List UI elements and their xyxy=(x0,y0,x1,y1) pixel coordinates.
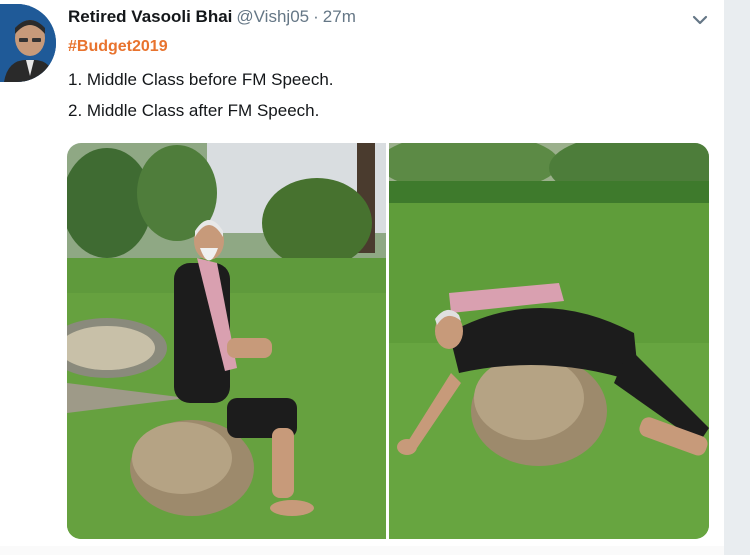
tweet-header: Retired Vasooli Bhai @Vishj05 · 27m xyxy=(68,6,356,28)
bottom-divider xyxy=(0,546,724,555)
hashtag-link[interactable]: #Budget2019 xyxy=(68,38,168,56)
avatar-image xyxy=(0,4,56,82)
avatar[interactable] xyxy=(0,4,56,82)
photo-after-image xyxy=(389,143,709,539)
photo-before-image xyxy=(67,143,386,539)
timestamp[interactable]: 27m xyxy=(323,7,356,26)
display-name[interactable]: Retired Vasooli Bhai xyxy=(68,7,232,26)
tweet-text-line-1: 1. Middle Class before FM Speech. xyxy=(68,70,334,89)
separator-dot: · xyxy=(313,7,319,26)
tweet-media xyxy=(67,143,709,539)
photo-after[interactable] xyxy=(389,143,709,539)
user-handle[interactable]: @Vishj05 xyxy=(236,7,309,26)
tweet-text-line-2: 2. Middle Class after FM Speech. xyxy=(68,101,320,120)
chevron-down-icon[interactable] xyxy=(690,10,710,30)
page-background-rail xyxy=(724,0,750,555)
photo-before[interactable] xyxy=(67,143,386,539)
tweet-card: Retired Vasooli Bhai @Vishj05 · 27m #Budget… xyxy=(0,0,724,555)
